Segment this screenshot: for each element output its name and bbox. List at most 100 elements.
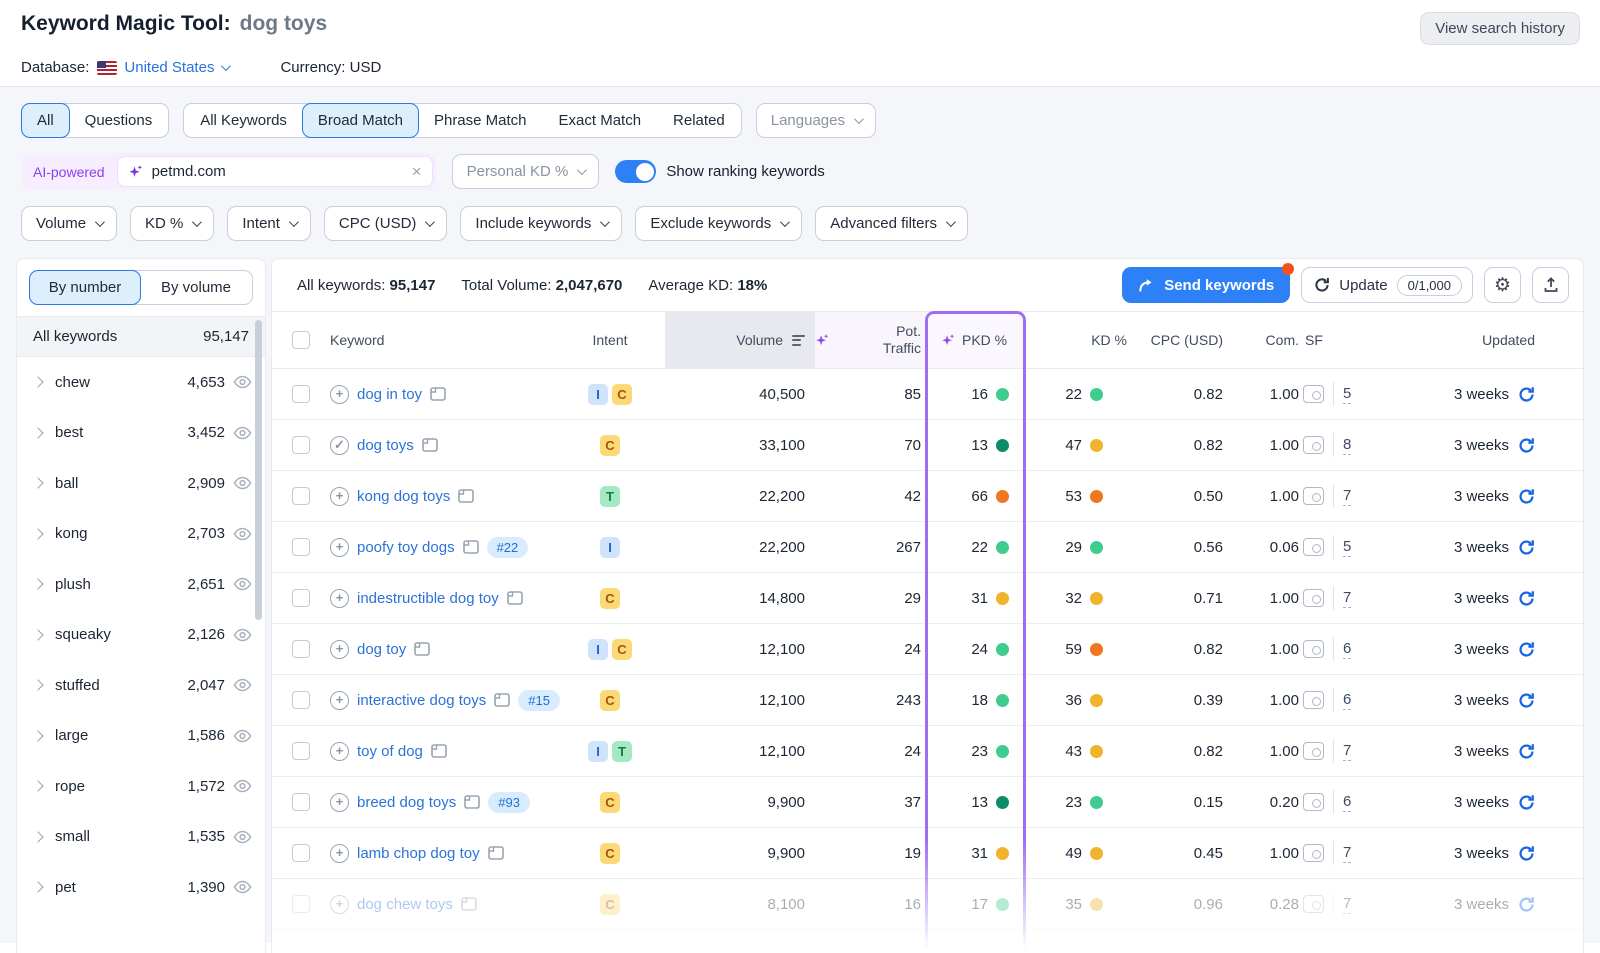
add-keyword-icon[interactable]: + xyxy=(330,742,349,761)
languages-dropdown[interactable]: Languages xyxy=(756,103,876,138)
serp-preview-icon[interactable] xyxy=(1303,895,1324,913)
row-checkbox[interactable] xyxy=(292,538,310,556)
sidebar-group-item[interactable]: stuffed 2,047 xyxy=(17,660,265,711)
sidebar-group-item[interactable]: large 1,586 xyxy=(17,711,265,762)
add-keyword-icon[interactable]: + xyxy=(330,538,349,557)
row-checkbox[interactable] xyxy=(292,487,310,505)
row-checkbox[interactable] xyxy=(292,589,310,607)
eye-icon[interactable] xyxy=(233,830,252,844)
eye-icon[interactable] xyxy=(233,779,252,793)
keyword-link[interactable]: dog in toy xyxy=(357,386,422,403)
add-keyword-icon[interactable]: + xyxy=(330,793,349,812)
row-checkbox[interactable] xyxy=(292,895,310,913)
refresh-metrics-icon[interactable] xyxy=(1518,539,1535,556)
serp-snapshot-icon[interactable] xyxy=(422,438,438,452)
serp-preview-icon[interactable] xyxy=(1303,385,1324,403)
filter-intent[interactable]: Intent xyxy=(227,206,311,241)
col-kd[interactable]: KD % xyxy=(1023,332,1127,348)
view-search-history-button[interactable]: View search history xyxy=(1420,12,1580,45)
tab-all[interactable]: All xyxy=(21,103,70,138)
keyword-link[interactable]: kong dog toys xyxy=(357,488,450,505)
row-checkbox[interactable] xyxy=(292,691,310,709)
serp-preview-icon[interactable] xyxy=(1303,844,1324,862)
sidebar-group-item[interactable]: ball 2,909 xyxy=(17,458,265,509)
sf-count[interactable]: 7 xyxy=(1343,742,1351,761)
serp-snapshot-icon[interactable] xyxy=(431,744,447,758)
send-keywords-button[interactable]: Send keywords xyxy=(1122,267,1290,303)
sf-count[interactable]: 6 xyxy=(1343,691,1351,710)
sidebar-group-item[interactable]: kong 2,703 xyxy=(17,509,265,560)
add-keyword-icon[interactable]: ✓ xyxy=(330,436,349,455)
filter-exclude-keywords[interactable]: Exclude keywords xyxy=(635,206,802,241)
serp-preview-icon[interactable] xyxy=(1303,589,1324,607)
database-selector[interactable]: United States xyxy=(124,59,228,76)
refresh-metrics-icon[interactable] xyxy=(1518,437,1535,454)
keyword-link[interactable]: dog toy xyxy=(357,641,406,658)
row-checkbox[interactable] xyxy=(292,793,310,811)
row-checkbox[interactable] xyxy=(292,844,310,862)
sf-count[interactable]: 6 xyxy=(1343,640,1351,659)
filter-cpc[interactable]: CPC (USD) xyxy=(324,206,448,241)
col-pot-traffic[interactable]: Pot.Traffic xyxy=(815,312,927,368)
eye-icon[interactable] xyxy=(233,678,252,692)
add-keyword-icon[interactable]: + xyxy=(330,844,349,863)
serp-preview-icon[interactable] xyxy=(1303,640,1324,658)
sidebar-group-item[interactable]: chew 4,653 xyxy=(17,357,265,408)
sidebar-group-item[interactable]: small 1,535 xyxy=(17,812,265,863)
domain-search-input[interactable] xyxy=(152,163,404,180)
keyword-link[interactable]: dog chew toys xyxy=(357,896,453,913)
serp-preview-icon[interactable] xyxy=(1303,487,1324,505)
show-ranking-keywords-toggle[interactable] xyxy=(615,160,656,183)
eye-icon[interactable] xyxy=(233,527,252,541)
sidebar-group-item[interactable]: pet 1,390 xyxy=(17,862,265,913)
row-checkbox[interactable] xyxy=(292,385,310,403)
row-checkbox[interactable] xyxy=(292,742,310,760)
eye-icon[interactable] xyxy=(233,426,252,440)
tab-phrase-match[interactable]: Phrase Match xyxy=(418,104,543,137)
col-updated[interactable]: Updated xyxy=(1385,332,1535,348)
serp-snapshot-icon[interactable] xyxy=(507,591,523,605)
sf-count[interactable]: 7 xyxy=(1343,844,1351,863)
eye-icon[interactable] xyxy=(233,880,252,894)
sidebar-group-item[interactable]: rope 1,572 xyxy=(17,761,265,812)
export-button[interactable] xyxy=(1532,267,1569,303)
tab-questions[interactable]: Questions xyxy=(69,104,169,137)
add-keyword-icon[interactable]: + xyxy=(330,691,349,710)
serp-preview-icon[interactable] xyxy=(1303,742,1324,760)
col-intent[interactable]: Intent xyxy=(555,332,665,348)
keyword-link[interactable]: dog toys xyxy=(357,437,414,454)
refresh-metrics-icon[interactable] xyxy=(1518,488,1535,505)
eye-icon[interactable] xyxy=(233,476,252,490)
refresh-metrics-icon[interactable] xyxy=(1518,743,1535,760)
tab-broad-match[interactable]: Broad Match xyxy=(302,103,419,138)
row-checkbox[interactable] xyxy=(292,640,310,658)
serp-preview-icon[interactable] xyxy=(1303,793,1324,811)
sidebar-group-item[interactable]: plush 2,651 xyxy=(17,559,265,610)
sf-count[interactable]: 7 xyxy=(1343,895,1351,914)
refresh-metrics-icon[interactable] xyxy=(1518,692,1535,709)
add-keyword-icon[interactable]: + xyxy=(330,640,349,659)
sidebar-scrollbar[interactable] xyxy=(255,320,262,620)
serp-snapshot-icon[interactable] xyxy=(494,693,510,707)
keyword-link[interactable]: poofy toy dogs xyxy=(357,539,455,556)
filter-advanced[interactable]: Advanced filters xyxy=(815,206,968,241)
position-badge[interactable]: #15 xyxy=(518,690,560,711)
refresh-metrics-icon[interactable] xyxy=(1518,590,1535,607)
add-keyword-icon[interactable]: + xyxy=(330,385,349,404)
select-all-checkbox[interactable] xyxy=(292,331,310,349)
add-keyword-icon[interactable]: + xyxy=(330,895,349,914)
col-cpc[interactable]: CPC (USD) xyxy=(1127,332,1223,348)
sidebar-group-item[interactable]: best 3,452 xyxy=(17,408,265,459)
keyword-link[interactable]: toy of dog xyxy=(357,743,423,760)
sf-count[interactable]: 5 xyxy=(1343,385,1351,404)
sf-count[interactable]: 7 xyxy=(1343,487,1351,506)
sf-count[interactable]: 8 xyxy=(1343,436,1351,455)
refresh-metrics-icon[interactable] xyxy=(1518,794,1535,811)
keyword-link[interactable]: interactive dog toys xyxy=(357,692,486,709)
col-volume[interactable]: Volume xyxy=(665,312,815,368)
serp-snapshot-icon[interactable] xyxy=(488,846,504,860)
keyword-link[interactable]: lamb chop dog toy xyxy=(357,845,480,862)
keyword-link[interactable]: breed dog toys xyxy=(357,794,456,811)
serp-preview-icon[interactable] xyxy=(1303,538,1324,556)
sf-count[interactable]: 6 xyxy=(1343,793,1351,812)
